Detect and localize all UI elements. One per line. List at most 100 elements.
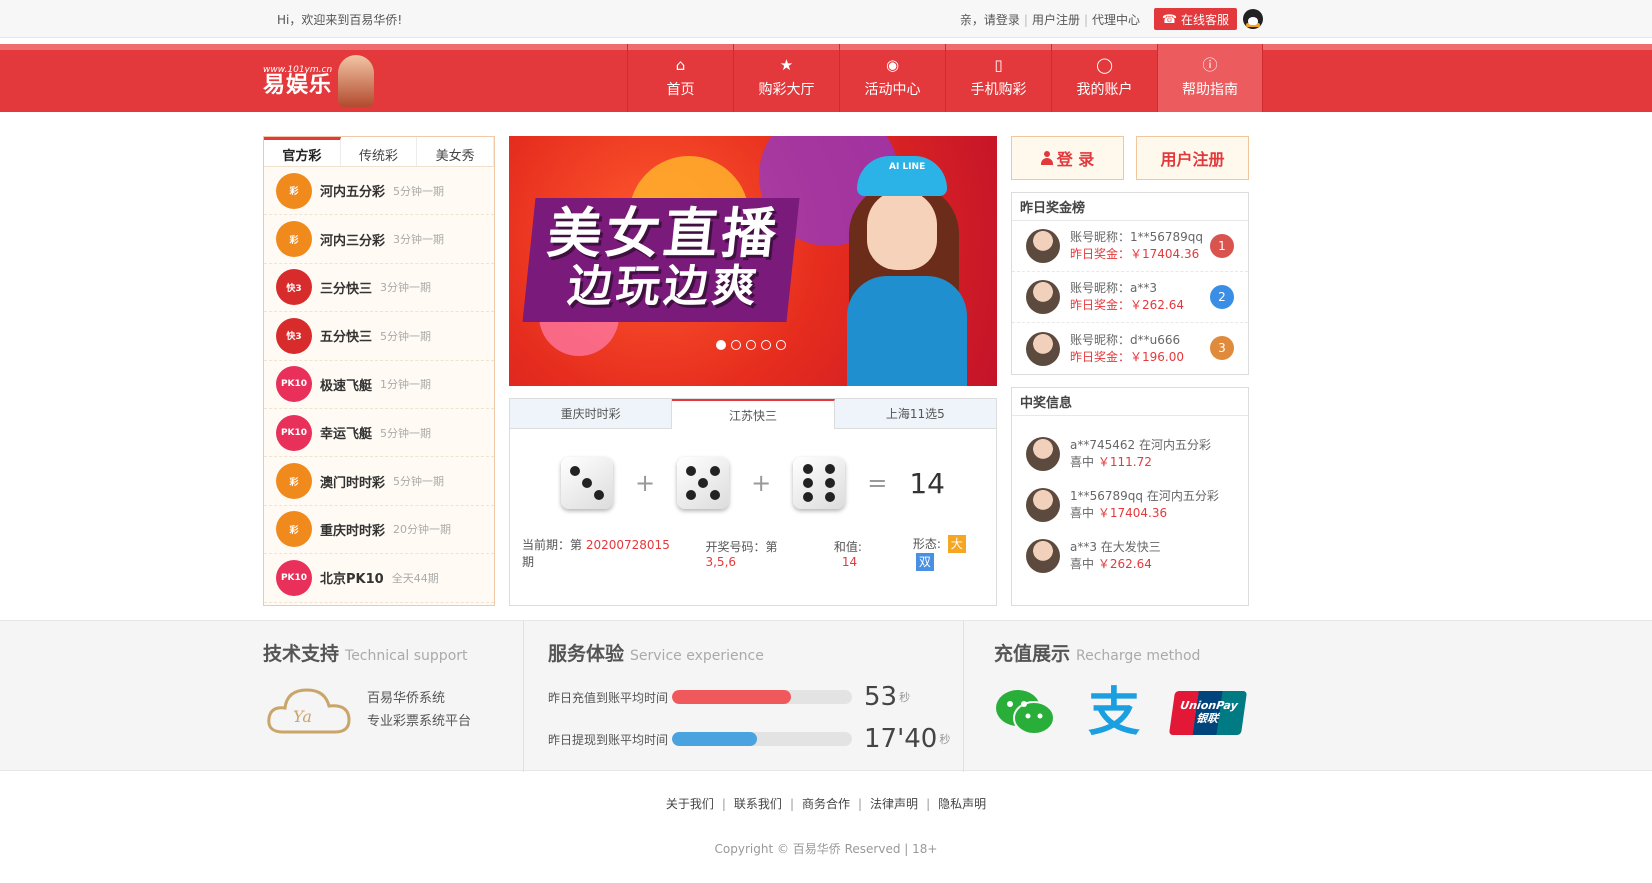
lottery-item[interactable]: 彩河内五分彩 5分钟一期 — [264, 167, 494, 216]
welcome-text: Hi，欢迎来到百易华侨! — [277, 12, 403, 27]
lottery-logo-icon: PK10 — [276, 414, 312, 451]
win-row: 1**56789qq 在河内五分彩 喜中 ￥17404.36 — [1012, 479, 1248, 530]
sum-value: 和值: 14 — [833, 539, 862, 569]
win-amount: ￥262.64 — [1097, 556, 1152, 571]
nav-item-account[interactable]: ◯ 我的账户 — [1051, 44, 1157, 112]
online-service-label: 在线客服 — [1180, 12, 1229, 27]
lottery-item[interactable]: 快3 五分快三 5分钟一期 — [264, 312, 494, 361]
service-stat: 昨日充值到账平均时间 53 秒 — [548, 682, 963, 712]
headset-icon: ☎ — [1162, 12, 1177, 26]
lottery-name: 河内三分彩 — [320, 233, 386, 249]
lottery-logo-icon: 彩 — [276, 172, 312, 209]
die-1 — [561, 457, 614, 509]
register-link[interactable]: 用户注册 — [1032, 13, 1080, 27]
footer-link[interactable]: 关于我们 — [666, 797, 714, 811]
banner-dot[interactable] — [776, 340, 786, 350]
register-label: 用户注册 — [1160, 150, 1225, 169]
win-desc: 1**56789qq 在河内五分彩 — [1070, 488, 1219, 503]
die-pip — [686, 466, 697, 476]
shape: 形态: 大双 — [913, 535, 984, 571]
banner-character: AI LINE — [827, 156, 977, 386]
stat-progress-fill — [672, 690, 791, 704]
lottery-period: 3分钟一期 — [393, 233, 445, 247]
footer-link[interactable]: 商务合作 — [802, 797, 850, 811]
even-badge: 双 — [915, 553, 934, 571]
tab-sh11x5[interactable]: 上海11选5 — [834, 399, 996, 429]
dice-row: + + = 14 — [510, 457, 996, 509]
die-pip — [710, 466, 721, 476]
die-pip — [825, 464, 836, 474]
logo-name: 易娱乐 — [263, 72, 333, 98]
wechat-icon — [996, 690, 1055, 735]
lottery-period: 3分钟一期 — [380, 281, 432, 295]
login-button[interactable]: 登 录 — [1011, 136, 1124, 180]
nav-item-activity[interactable]: ◉ 活动中心 — [839, 44, 945, 112]
footer-links: 关于我们 | 联系我们 | 商务合作 | 法律声明 | 隐私声明 — [665, 797, 987, 811]
avatar — [1026, 280, 1060, 314]
rank-prize: 昨日奖金：￥196.00 — [1070, 349, 1184, 364]
die-pip — [825, 478, 836, 488]
big-badge: 大 — [947, 535, 966, 553]
tab-jsk3[interactable]: 江苏快三 — [672, 399, 835, 429]
online-service-button[interactable]: ☎ 在线客服 — [1154, 8, 1237, 30]
lottery-item[interactable]: 彩河内三分彩 3分钟一期 — [264, 215, 494, 264]
lottery-item[interactable]: PK10 幸运飞艇 5分钟一期 — [264, 409, 494, 458]
lottery-item[interactable]: 彩澳门时时彩 5分钟一期 — [264, 457, 494, 506]
plus-sign: + — [635, 469, 656, 497]
lottery-item[interactable]: 彩重庆时时彩 20分钟一期 — [264, 506, 494, 555]
nav-item-home[interactable]: ⌂ 首页 — [627, 44, 733, 112]
site-logo[interactable]: www.101ym.cn 易娱乐 — [263, 55, 375, 107]
stat-unit: 秒 — [939, 733, 951, 746]
logo-mascot — [338, 55, 375, 107]
win-label: 喜中 — [1070, 454, 1095, 469]
banner-dot[interactable] — [716, 340, 726, 350]
tech-line1: 百易华侨系统 — [367, 691, 446, 706]
footer-link[interactable]: 隐私声明 — [938, 797, 986, 811]
nav-item-lottery-hall[interactable]: ★ 购彩大厅 — [733, 44, 839, 112]
promo-banner[interactable]: 美女直播 边玩边爽 AI LINE — [509, 136, 997, 386]
login-link[interactable]: 亲，请登录 — [960, 13, 1020, 27]
nav-item-label: 帮助指南 — [1182, 82, 1238, 98]
ranking-list: 账号昵称：1**56789qq 昨日奖金：￥17404.36 1 账号昵称：a**3 昨… — [1012, 221, 1248, 374]
rank-prize: 昨日奖金：￥17404.36 — [1070, 247, 1200, 261]
user-icon: ◯ — [1096, 55, 1113, 74]
tab-cqssc[interactable]: 重庆时时彩 — [510, 399, 673, 429]
banner-dot[interactable] — [746, 340, 756, 350]
register-button[interactable]: 用户注册 — [1136, 136, 1249, 180]
lottery-period: 全天44期 — [391, 571, 439, 585]
wins-list[interactable]: a**745462 在河内五分彩 喜中 ￥111.72 1**56789qq 在河内… — [1012, 416, 1248, 578]
lottery-item[interactable]: PK10 极速飞艇 1分钟一期 — [264, 361, 494, 409]
banner-dot[interactable] — [731, 340, 741, 350]
nav-item-mobile[interactable]: ▯ 手机购彩 — [945, 44, 1051, 112]
tech-title: 技术支持 — [263, 643, 340, 665]
stat-unit: 秒 — [899, 691, 911, 704]
stat-progress-bar — [672, 732, 852, 746]
win-desc: a**3 在大发快三 — [1070, 539, 1161, 554]
lottery-item[interactable]: PK10 北京PK10 全天44期 — [264, 554, 494, 603]
avatar — [1026, 436, 1060, 471]
avatar — [1026, 229, 1060, 263]
lottery-period: 5分钟一期 — [380, 329, 432, 343]
tab-official[interactable]: 官方彩 — [264, 137, 341, 166]
banner-dot[interactable] — [761, 340, 771, 350]
phone-icon: ▯ — [994, 55, 1003, 74]
lottery-item[interactable]: 快3 三分快三 3分钟一期 — [264, 264, 494, 313]
tab-traditional[interactable]: 传统彩 — [340, 137, 418, 166]
die-3 — [793, 457, 846, 509]
die-pip — [825, 492, 836, 502]
unionpay-icon: UnionPay 银联 — [1168, 691, 1248, 735]
tab-beauty[interactable]: 美女秀 — [417, 137, 495, 166]
login-label: 登 录 — [1056, 150, 1095, 169]
nav-item-help[interactable]: ⓘ 帮助指南 — [1157, 44, 1263, 112]
rank-account: 账号昵称：d**u666 — [1070, 332, 1181, 347]
agent-link[interactable]: 代理中心 — [1092, 13, 1140, 27]
die-pip — [803, 478, 814, 488]
star-icon: ★ — [779, 55, 794, 74]
footer-link[interactable]: 联系我们 — [734, 797, 782, 811]
service-stat: 昨日提现到账平均时间 17'40 秒 — [548, 724, 963, 754]
footer-link[interactable]: 法律声明 — [870, 797, 918, 811]
cloud-logo-text: Ya — [293, 707, 312, 726]
lottery-tabs: 官方彩 传统彩 美女秀 — [264, 137, 495, 167]
qq-icon[interactable] — [1243, 9, 1263, 29]
ranking-title: 昨日奖金榜 — [1012, 193, 1248, 221]
